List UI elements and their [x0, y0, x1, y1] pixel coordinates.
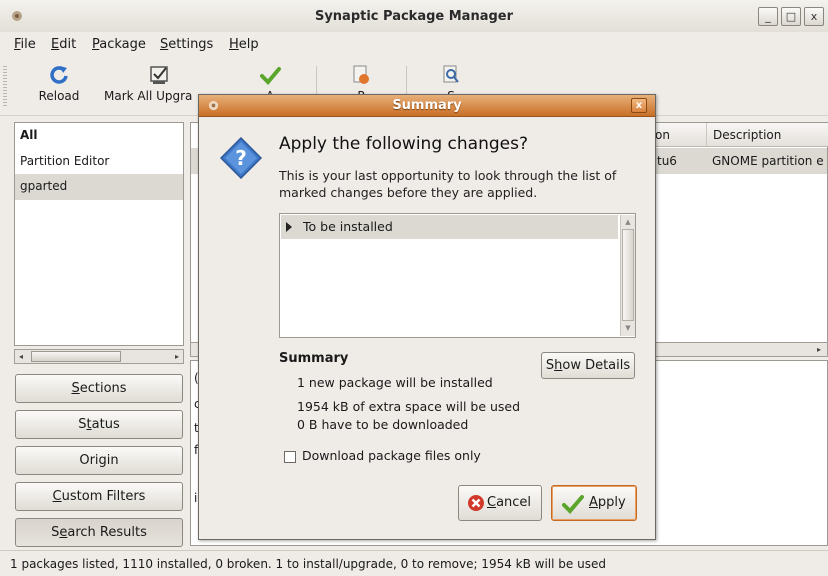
summary-dialog: Summary x ? Apply the following changes?… — [198, 94, 656, 540]
download-only-checkbox[interactable] — [284, 451, 296, 463]
package-description: GNOME partition e — [712, 154, 824, 168]
dialog-close-button[interactable]: x — [631, 98, 647, 113]
summary-line: 0 B have to be downloaded — [297, 417, 469, 432]
download-only-label[interactable]: Download package files only — [302, 448, 481, 463]
filter-all[interactable]: All — [15, 123, 183, 149]
question-icon: ? — [220, 137, 262, 179]
mark-all-upgrades-button[interactable]: Mark All Upgra — [104, 62, 212, 112]
changes-tree: To be installed ▲ ▼ — [279, 213, 636, 338]
scroll-left-icon[interactable]: ◂ — [15, 350, 27, 363]
show-details-button[interactable]: Show Details — [541, 352, 635, 379]
dialog-body-text: This is your last opportunity to look th… — [279, 168, 617, 200]
cancel-button[interactable]: Cancel — [458, 485, 542, 521]
close-window-button[interactable]: x — [804, 7, 824, 26]
description-fragment: i — [194, 491, 198, 505]
menu-package[interactable]: Package — [92, 37, 146, 52]
menubar: File Edit Package Settings Help — [0, 33, 828, 57]
expander-icon[interactable] — [286, 222, 297, 232]
menu-help[interactable]: Help — [229, 37, 259, 52]
reload-icon — [50, 66, 68, 84]
window-titlebar[interactable]: Synaptic Package Manager _ □ x — [0, 0, 828, 32]
search-results-button[interactable]: Search Results — [15, 518, 183, 547]
dialog-title: Summary — [392, 98, 462, 113]
scrollbar-thumb[interactable] — [31, 351, 121, 362]
toolbar-grip[interactable] — [3, 66, 7, 106]
origin-button[interactable]: Origin — [15, 446, 183, 475]
search-icon — [443, 65, 459, 83]
custom-filters-button[interactable]: Custom Filters — [15, 482, 183, 511]
svg-text:?: ? — [235, 146, 247, 170]
summary-heading: Summary — [279, 351, 349, 366]
window-title: Synaptic Package Manager — [314, 9, 514, 24]
summary-line: 1954 kB of extra space will be used — [297, 399, 521, 414]
changes-scrollbar[interactable]: ▲ ▼ — [620, 215, 635, 336]
filter-gparted[interactable]: gparted — [15, 174, 183, 200]
filter-list-scrollbar[interactable]: ◂ ▸ — [14, 349, 184, 364]
reload-button[interactable]: Reload — [28, 62, 90, 112]
scroll-down-icon[interactable]: ▼ — [621, 322, 635, 334]
properties-icon — [353, 65, 369, 84]
dialog-titlebar[interactable]: Summary x — [199, 95, 655, 117]
scroll-right-icon[interactable]: ▸ — [171, 350, 183, 363]
tree-row-to-be-installed[interactable]: To be installed — [281, 215, 618, 239]
minimize-button[interactable]: _ — [758, 7, 778, 26]
scrollbar-thumb[interactable] — [622, 229, 634, 321]
apply-button[interactable]: Apply — [551, 485, 637, 521]
package-version: tu6 — [657, 154, 677, 168]
status-bar: 1 packages listed, 1110 installed, 0 bro… — [0, 550, 828, 576]
menu-edit[interactable]: Edit — [51, 37, 76, 52]
summary-line: 1 new package will be installed — [297, 375, 493, 390]
dialog-heading: Apply the following changes? — [279, 134, 528, 154]
filter-list: All Partition Editor gparted — [14, 122, 184, 346]
scroll-right-icon[interactable]: ▸ — [813, 343, 825, 356]
menu-file[interactable]: File — [14, 37, 36, 52]
status-button[interactable]: Status — [15, 410, 183, 439]
checkmark-icon — [260, 67, 281, 85]
sections-button[interactable]: Sections — [15, 374, 183, 403]
menu-settings[interactable]: Settings — [160, 37, 213, 52]
scroll-up-icon[interactable]: ▲ — [621, 216, 635, 228]
column-header-description[interactable]: Description — [707, 123, 828, 147]
filter-partition-editor[interactable]: Partition Editor — [15, 149, 183, 175]
mark-upgrades-icon — [150, 66, 168, 84]
maximize-button[interactable]: □ — [781, 7, 801, 26]
cancel-icon — [468, 495, 484, 511]
checkmark-icon — [562, 495, 584, 514]
tree-row-label: To be installed — [303, 219, 393, 234]
column-header-version[interactable]: on — [649, 123, 707, 147]
